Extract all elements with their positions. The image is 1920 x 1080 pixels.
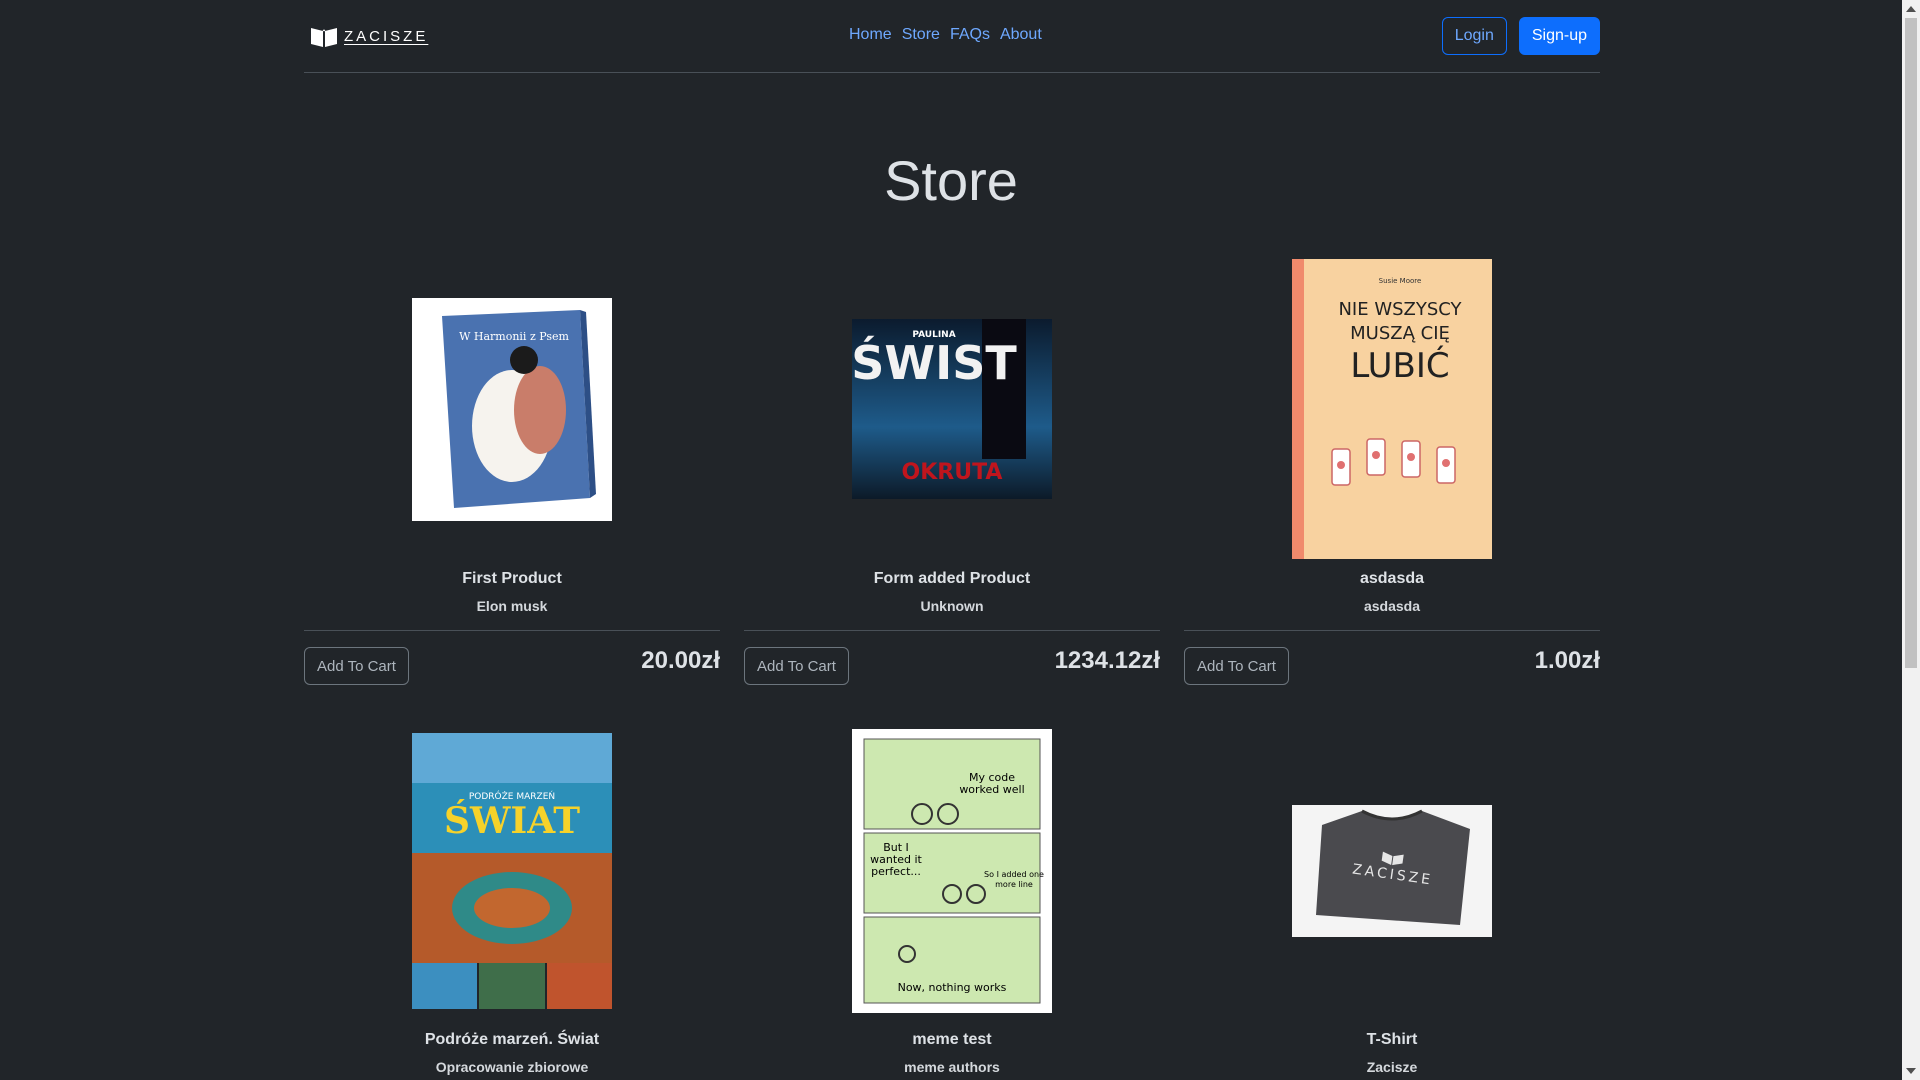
svg-text:Now, nothing works: Now, nothing works [898, 981, 1007, 994]
brand-logo[interactable]: ZACISZE [310, 24, 428, 48]
site-header: ZACISZE Home Store FAQs About Login Sign… [304, 0, 1600, 73]
product-author: asdasda [1363, 598, 1421, 614]
scroll-down-arrow-icon[interactable] [1906, 1068, 1916, 1074]
product-image-box: ŚWIST PAULINA OKRUTA [744, 258, 1160, 560]
auth-buttons: Login Sign-up [1441, 17, 1600, 55]
add-to-cart-button[interactable]: Add To Cart [1184, 647, 1289, 685]
product-card: PODRÓŻE MARZEŃ ŚWIAT Podróże marzeń. Świ… [304, 721, 720, 1075]
product-title: Form added Product [873, 570, 1031, 587]
svg-text:Susie Moore: Susie Moore [1379, 277, 1422, 285]
meme-image: My code worked well But I wanted it perf… [852, 729, 1052, 1013]
svg-text:ŚWIST: ŚWIST [852, 336, 1017, 390]
product-price: 20.00zł [641, 647, 720, 674]
scroll-up-arrow-icon[interactable] [1906, 6, 1916, 12]
page-title: Store [884, 149, 1018, 212]
product-image[interactable]: Susie Moore NIE WSZYSCY MUSZĄ CIĘ LUBIĆ [1292, 259, 1492, 559]
product-image[interactable]: ZACISZE [1292, 805, 1492, 937]
product-title: asdasda [1359, 570, 1425, 587]
product-image[interactable]: My code worked well But I wanted it perf… [852, 729, 1052, 1013]
product-image-box: W Harmonii z Psem [304, 258, 720, 560]
book-cover-lubic: Susie Moore NIE WSZYSCY MUSZĄ CIĘ LUBIĆ [1292, 259, 1492, 559]
product-footer: Add To Cart 1234.12zł [744, 630, 1160, 687]
product-author: Unknown [920, 598, 984, 614]
product-author: Opracowanie zbiorowe [435, 1059, 589, 1075]
product-image-box: Susie Moore NIE WSZYSCY MUSZĄ CIĘ LUBIĆ [1184, 258, 1600, 560]
signup-button[interactable]: Sign-up [1518, 17, 1600, 55]
book-cover-swist: ŚWIST PAULINA OKRUTA [852, 319, 1052, 499]
svg-text:NIE WSZYSCY: NIE WSZYSCY [1338, 299, 1462, 320]
book-cover-harmonii: W Harmonii z Psem [412, 297, 612, 521]
svg-text:OKRUTA: OKRUTA [902, 460, 1003, 485]
product-card: ŚWIST PAULINA OKRUTA Form added Product … [744, 258, 1160, 687]
product-image-box: PODRÓŻE MARZEŃ ŚWIAT [304, 721, 720, 1021]
product-image[interactable]: W Harmonii z Psem [412, 297, 612, 521]
main-nav: Home Store FAQs About [844, 26, 1047, 44]
scroll-thumb[interactable] [1905, 18, 1917, 668]
product-footer: Add To Cart 20.00zł [304, 630, 720, 687]
open-book-icon [311, 28, 337, 47]
book-cover-swiat: PODRÓŻE MARZEŃ ŚWIAT [412, 733, 612, 1009]
brand-name: ZACISZE [344, 27, 429, 45]
nav-home[interactable]: Home [844, 26, 897, 44]
svg-text:ŚWIAT: ŚWIAT [444, 800, 580, 842]
page-scrollbar[interactable] [1902, 0, 1920, 1080]
nav-about[interactable]: About [995, 26, 1047, 44]
product-title: Podróże marzeń. Świat [424, 1031, 600, 1048]
svg-text:worked well: worked well [959, 783, 1024, 796]
product-author: Elon musk [476, 598, 548, 614]
product-title: First Product [462, 570, 562, 587]
product-title: meme test [912, 1031, 992, 1048]
product-footer: Add To Cart 1.00zł [1184, 630, 1600, 687]
product-card: My code worked well But I wanted it perf… [744, 721, 1160, 1075]
product-author: meme authors [904, 1059, 1000, 1075]
product-grid: W Harmonii z Psem First Product Elon mus… [304, 258, 1600, 1075]
product-card: ZACISZE T-Shirt Zacisze [1184, 721, 1600, 1075]
nav-store[interactable]: Store [897, 26, 945, 44]
product-title: T-Shirt [1366, 1031, 1418, 1048]
login-button[interactable]: Login [1441, 17, 1507, 55]
product-card: W Harmonii z Psem First Product Elon mus… [304, 258, 720, 687]
product-image[interactable]: PODRÓŻE MARZEŃ ŚWIAT [412, 733, 612, 1009]
product-author: Zacisze [1366, 1059, 1418, 1075]
product-image-box: My code worked well But I wanted it perf… [744, 721, 1160, 1021]
svg-text:LUBIĆ: LUBIĆ [1350, 345, 1449, 386]
product-image-box: ZACISZE [1184, 721, 1600, 1021]
svg-text:So I added one: So I added one [984, 870, 1044, 879]
product-image[interactable]: ŚWIST PAULINA OKRUTA [852, 319, 1052, 499]
svg-text:more line: more line [995, 880, 1033, 889]
nav-faqs[interactable]: FAQs [945, 26, 995, 44]
add-to-cart-button[interactable]: Add To Cart [744, 647, 849, 685]
svg-text:PAULINA: PAULINA [912, 330, 955, 340]
svg-text:W Harmonii z Psem: W Harmonii z Psem [459, 330, 569, 343]
product-price: 1234.12zł [1054, 647, 1160, 674]
add-to-cart-button[interactable]: Add To Cart [304, 647, 409, 685]
product-card: Susie Moore NIE WSZYSCY MUSZĄ CIĘ LUBIĆ [1184, 258, 1600, 687]
svg-text:MUSZĄ CIĘ: MUSZĄ CIĘ [1350, 323, 1450, 344]
product-price: 1.00zł [1534, 647, 1600, 674]
svg-text:perfect...: perfect... [871, 865, 921, 878]
tshirt-image: ZACISZE [1292, 805, 1492, 937]
